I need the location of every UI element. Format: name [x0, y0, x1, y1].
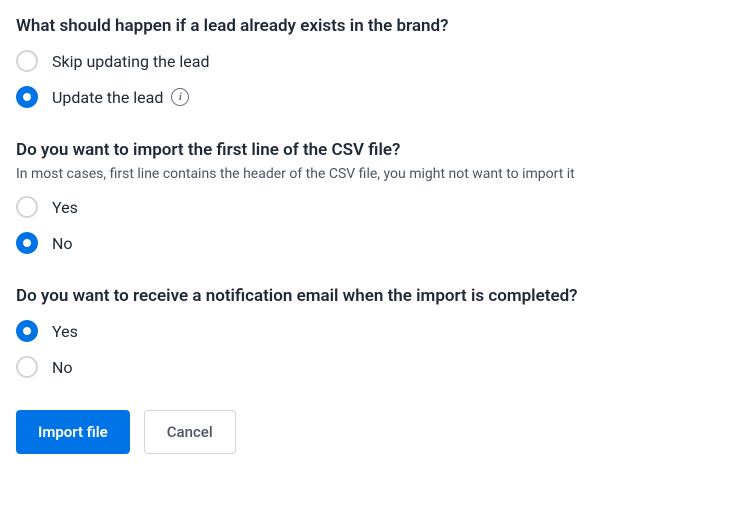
radio-group-first-line: Yes No [16, 196, 721, 254]
radio-circle [16, 196, 38, 218]
radio-label: No [52, 358, 73, 377]
radio-label: No [52, 234, 73, 253]
section-title-notification: Do you want to receive a notification em… [16, 286, 721, 306]
section-subtitle-first-line: In most cases, first line contains the h… [16, 166, 721, 182]
radio-label: Update the lead i [52, 88, 189, 107]
radio-circle [16, 320, 38, 342]
radio-label: Yes [52, 198, 78, 217]
radio-circle [16, 86, 38, 108]
radio-item-first-line-no[interactable]: No [16, 232, 721, 254]
radio-circle [16, 356, 38, 378]
radio-item-update-lead[interactable]: Update the lead i [16, 86, 721, 108]
import-file-button[interactable]: Import file [16, 410, 130, 454]
radio-label: Yes [52, 322, 78, 341]
section-existing-lead: What should happen if a lead already exi… [16, 16, 721, 108]
cancel-button[interactable]: Cancel [144, 410, 236, 454]
radio-item-first-line-yes[interactable]: Yes [16, 196, 721, 218]
radio-group-existing-lead: Skip updating the lead Update the lead i [16, 50, 721, 108]
section-title-first-line: Do you want to import the first line of … [16, 140, 721, 160]
section-title-existing-lead: What should happen if a lead already exi… [16, 16, 721, 36]
info-icon[interactable]: i [171, 88, 189, 106]
radio-item-skip-updating[interactable]: Skip updating the lead [16, 50, 721, 72]
radio-circle [16, 50, 38, 72]
radio-item-notification-yes[interactable]: Yes [16, 320, 721, 342]
radio-label: Skip updating the lead [52, 52, 210, 71]
radio-group-notification: Yes No [16, 320, 721, 378]
radio-circle [16, 232, 38, 254]
section-notification: Do you want to receive a notification em… [16, 286, 721, 378]
section-first-line: Do you want to import the first line of … [16, 140, 721, 254]
radio-item-notification-no[interactable]: No [16, 356, 721, 378]
button-row: Import file Cancel [16, 410, 721, 454]
